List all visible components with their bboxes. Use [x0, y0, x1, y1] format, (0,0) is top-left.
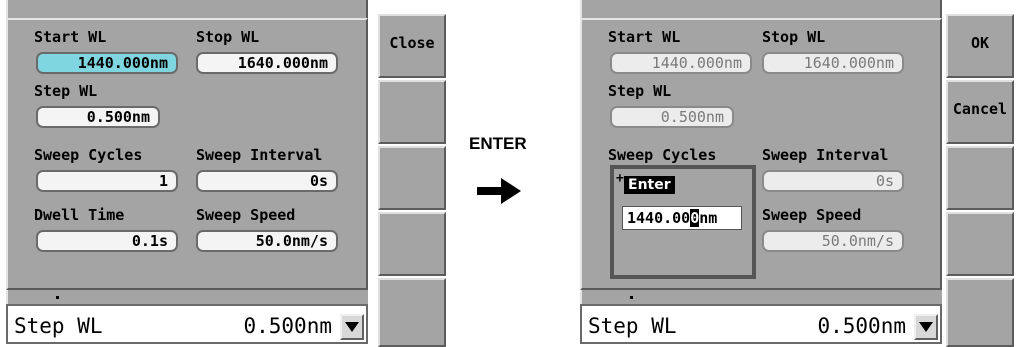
enter-popup-title: Enter: [624, 176, 675, 194]
softkey-3[interactable]: [378, 146, 446, 210]
dwell-time-field[interactable]: 0.1s: [36, 230, 178, 252]
step-wl-field[interactable]: 0.500nm: [36, 106, 160, 128]
enter-value-input[interactable]: 1440.000nm: [622, 206, 742, 230]
status-bar: Step WL 0.500nm: [580, 304, 942, 344]
text-cursor: 0: [690, 209, 700, 227]
dialog-bottom-strip: [580, 290, 942, 304]
sweep-interval-label: Sweep Interval: [762, 146, 889, 164]
enter-value-before-cursor: 1440.00: [627, 209, 691, 227]
dialog-top-strip: [580, 0, 942, 18]
chevron-down-icon: [345, 322, 359, 332]
status-parameter-value: 0.500nm: [817, 314, 906, 338]
sweep-cycles-field[interactable]: 1: [36, 170, 178, 192]
position-dot: [630, 296, 633, 299]
stop-wl-label: Stop WL: [196, 28, 260, 46]
sweep-cycles-label: Sweep Cycles: [34, 146, 143, 164]
start-wl-field: 1440.000nm: [610, 52, 752, 74]
enter-plus-mark: +: [616, 171, 624, 186]
stop-wl-field: 1640.000nm: [762, 52, 904, 74]
sweep-interval-field: 0s: [762, 170, 904, 192]
right-arrow-icon: [477, 178, 521, 204]
sweep-speed-field[interactable]: 50.0nm/s: [196, 230, 338, 252]
chevron-down-icon: [919, 322, 933, 332]
start-wl-label: Start WL: [34, 28, 107, 46]
step-wl-field: 0.500nm: [610, 106, 734, 128]
softkey-5[interactable]: [946, 278, 1014, 347]
softkey-ok[interactable]: OK: [946, 14, 1014, 78]
left-softkey-column: Close: [378, 0, 446, 347]
dropdown-button[interactable]: [340, 314, 364, 340]
dialog-top-strip: [6, 0, 368, 18]
sweep-settings-dialog: Start WL 1440.000nm Stop WL 1640.000nm S…: [580, 18, 942, 290]
sweep-interval-label: Sweep Interval: [196, 146, 323, 164]
dialog-bottom-strip: [6, 290, 368, 304]
status-bar: Step WL 0.500nm: [6, 304, 368, 344]
softkey-close[interactable]: Close: [378, 14, 446, 78]
dropdown-button[interactable]: [914, 314, 938, 340]
status-parameter-name: Step WL: [14, 314, 103, 338]
start-wl-label: Start WL: [608, 28, 681, 46]
sweep-speed-field: 50.0nm/s: [762, 230, 904, 252]
status-parameter-name: Step WL: [588, 314, 677, 338]
enter-value-unit: nm: [699, 209, 718, 227]
stop-wl-label: Stop WL: [762, 28, 826, 46]
stop-wl-field[interactable]: 1640.000nm: [196, 52, 338, 74]
softkey-3[interactable]: [946, 146, 1014, 210]
sweep-interval-field[interactable]: 0s: [196, 170, 338, 192]
enter-key-label: ENTER: [469, 134, 527, 153]
softkey-5[interactable]: [378, 278, 446, 347]
softkey-cancel[interactable]: Cancel: [946, 80, 1014, 144]
softkey-4[interactable]: [378, 212, 446, 276]
sweep-speed-label: Sweep Speed: [196, 206, 296, 224]
step-wl-label: Step WL: [608, 82, 672, 100]
status-parameter-value: 0.500nm: [243, 314, 332, 338]
right-softkey-column: OK Cancel: [946, 0, 1014, 347]
dwell-time-label: Dwell Time: [34, 206, 125, 224]
sweep-speed-label: Sweep Speed: [762, 206, 862, 224]
enter-popup: + Enter 1440.000nm: [610, 165, 756, 279]
sweep-cycles-label: Sweep Cycles: [608, 146, 717, 164]
softkey-4[interactable]: [946, 212, 1014, 276]
transition-indicator: ENTER: [469, 134, 527, 210]
position-dot: [56, 296, 59, 299]
sweep-settings-dialog: Start WL 1440.000nm Stop WL 1640.000nm S…: [6, 18, 368, 290]
step-wl-label: Step WL: [34, 82, 98, 100]
start-wl-field[interactable]: 1440.000nm: [36, 52, 178, 74]
softkey-2[interactable]: [378, 80, 446, 144]
